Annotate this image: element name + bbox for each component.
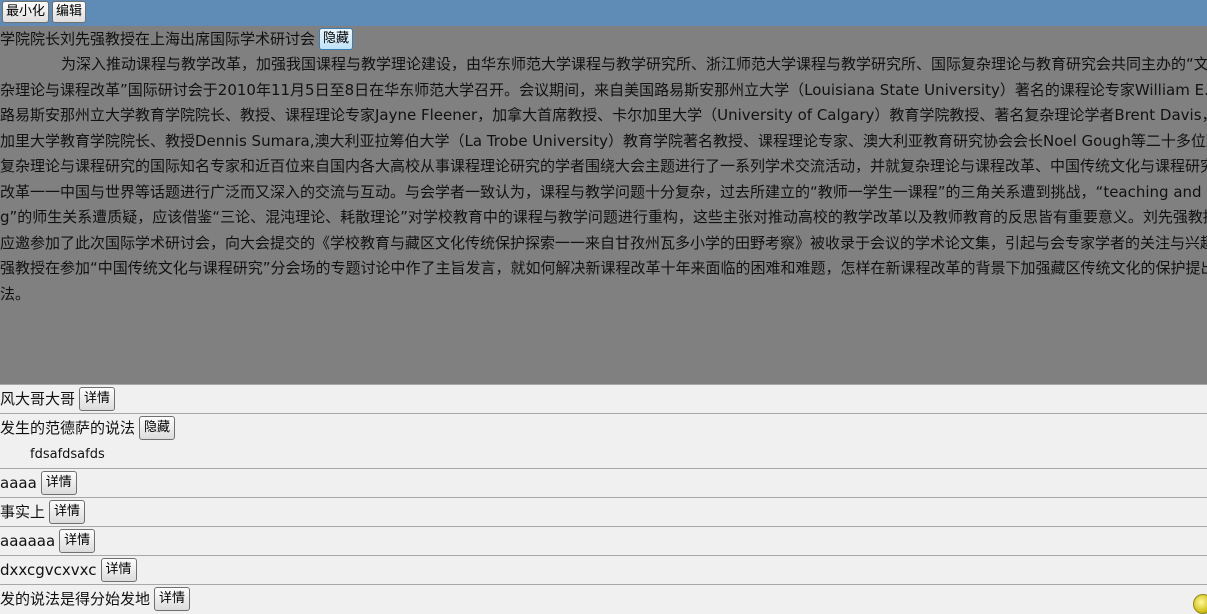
- details-button[interactable]: 详情: [100, 558, 137, 582]
- list-item: aaaaaa 详情: [0, 526, 1207, 555]
- status-globe-icon[interactable]: [1193, 594, 1207, 614]
- list-item: dxxcgvcxvxc 详情: [0, 555, 1207, 584]
- list-item-title: 发生的范德萨的说法: [0, 419, 136, 437]
- details-button[interactable]: 详情: [79, 387, 116, 411]
- top-toolbar: 最小化 编辑: [0, 0, 1207, 26]
- item-list: 风大哥大哥 详情 发生的范德萨的说法 隐藏 fdsafdsafds aaaa 详情 事…: [0, 384, 1207, 613]
- list-item-title: 发的说法是得分始发地: [0, 590, 151, 608]
- list-item-title: 风大哥大哥: [0, 390, 76, 408]
- list-item: aaaa 详情: [0, 468, 1207, 497]
- news-panel: 学院院长刘先强教授在上海出席国际学术研讨会 隐藏 为深入推动课程与教学改革，加强我…: [0, 26, 1207, 384]
- edit-button[interactable]: 编辑: [52, 1, 87, 23]
- details-button[interactable]: 详情: [40, 471, 77, 495]
- list-item: 风大哥大哥 详情: [0, 384, 1207, 413]
- details-button[interactable]: 详情: [154, 587, 191, 611]
- list-item: 事实上 详情: [0, 497, 1207, 526]
- hide-button[interactable]: 隐藏: [139, 416, 176, 440]
- list-item: 发生的范德萨的说法 隐藏: [0, 413, 1207, 442]
- list-item-title: dxxcgvcxvxc: [0, 561, 97, 579]
- minimize-button[interactable]: 最小化: [2, 1, 50, 23]
- news-title: 学院院长刘先强教授在上海出席国际学术研讨会: [0, 30, 316, 48]
- details-button[interactable]: 详情: [49, 500, 86, 524]
- details-button[interactable]: 详情: [59, 529, 96, 553]
- list-item-title: aaaaaa: [0, 532, 56, 550]
- news-article-body: 为深入推动课程与教学改革，加强我国课程与教学理论建设，由华东师范大学课程与教学研…: [0, 55, 1207, 303]
- list-item: 发的说法是得分始发地 详情: [0, 584, 1207, 613]
- hide-news-button[interactable]: 隐藏: [319, 28, 354, 50]
- list-item-detail: fdsafdsafds: [30, 447, 105, 462]
- list-item-title: aaaa: [0, 474, 37, 492]
- news-header: 学院院长刘先强教授在上海出席国际学术研讨会 隐藏: [0, 27, 354, 51]
- list-item-title: 事实上: [0, 503, 46, 521]
